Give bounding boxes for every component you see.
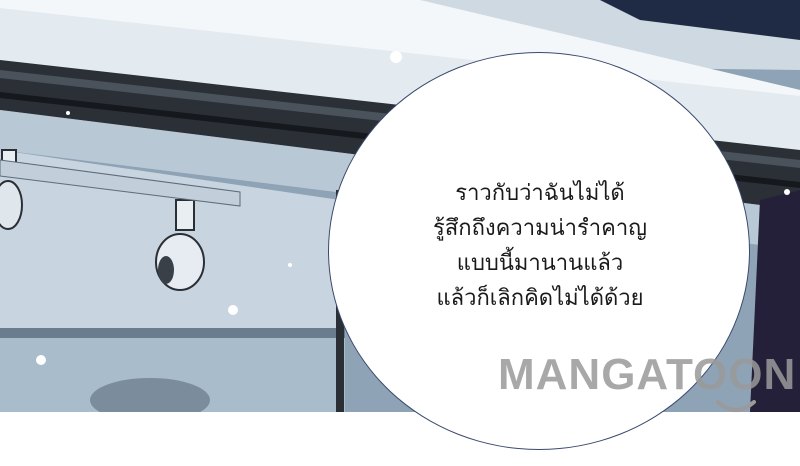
speech-line: ราวกับว่าฉันไม่ได้ <box>455 181 625 206</box>
panel-gutter <box>0 412 800 466</box>
speech-line: รู้สึกถึงความน่ารำคาญ <box>433 216 647 241</box>
speech-line: แบบนี้มานานแล้ว <box>456 251 624 276</box>
watermark-logo-icon <box>716 400 756 412</box>
watermark: MANGATOON <box>498 350 797 399</box>
manga-panel-page: ราวกับว่าฉันไม่ได้ รู้สึกถึงความน่ารำคาญ… <box>0 0 800 466</box>
speech-line: แล้วก็เลิกคิดไม่ได้ด้วย <box>436 286 644 311</box>
speech-bubble-text: ราวกับว่าฉันไม่ได้ รู้สึกถึงความน่ารำคาญ… <box>350 176 730 316</box>
